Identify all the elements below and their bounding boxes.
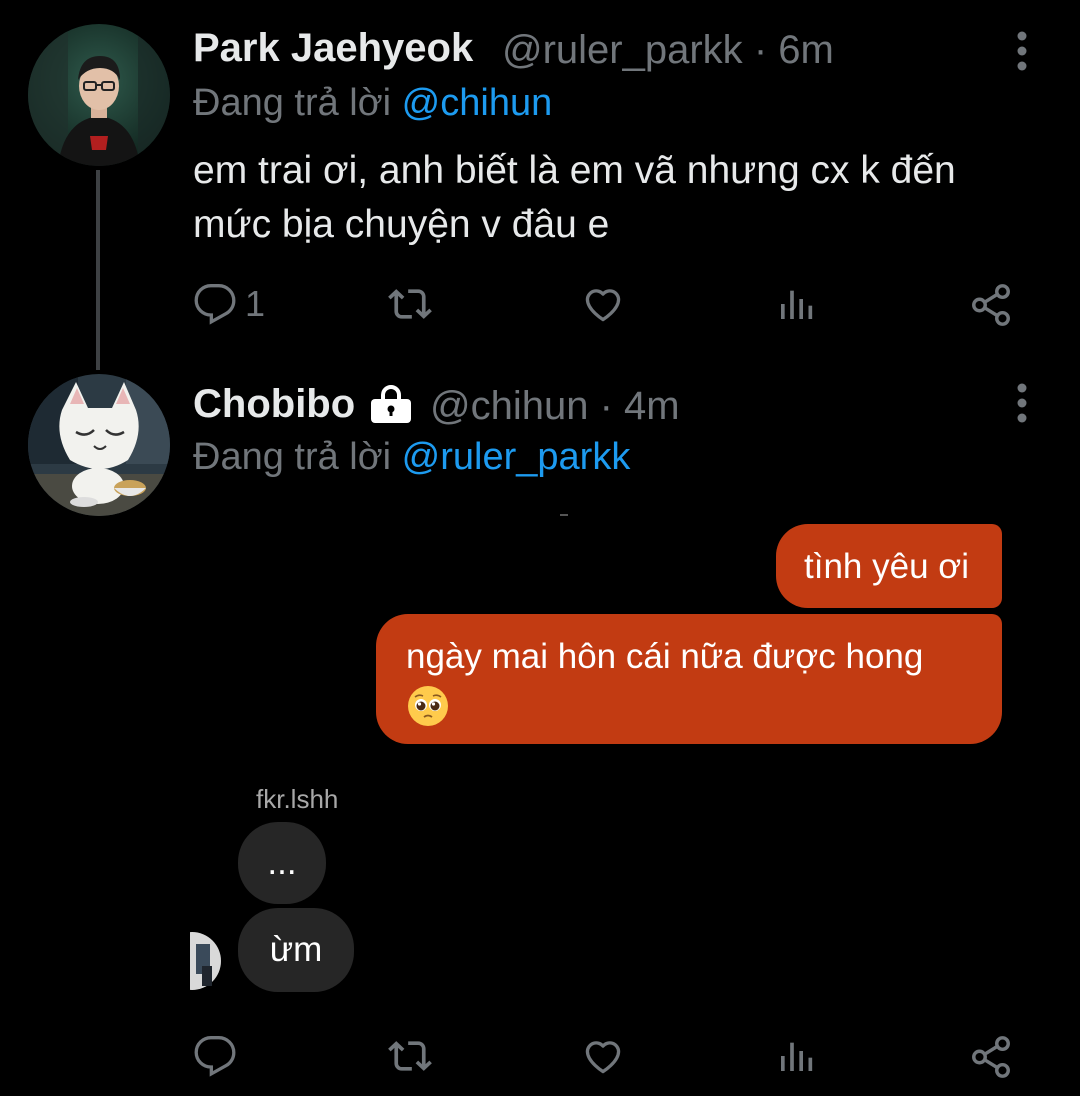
message-text: tình yêu ơi [804, 547, 969, 586]
views-icon [781, 290, 813, 319]
retweet-icon [388, 289, 432, 319]
views-button[interactable] [776, 284, 816, 324]
reply-icon [194, 1036, 236, 1077]
incoming-message: ừm [238, 908, 354, 992]
reply-icon [194, 284, 236, 325]
retweet-icon [388, 1041, 432, 1071]
replying-to: Đang trả lời @chihun [193, 82, 552, 125]
outgoing-message: tình yêu ơi [776, 524, 1002, 608]
handle-and-time[interactable]: @ruler_parkk · 6m [502, 28, 834, 73]
heart-icon [585, 289, 621, 322]
avatar-image [28, 374, 170, 516]
retweet-button[interactable] [386, 1034, 434, 1078]
display-name[interactable]: Chobibo [193, 382, 355, 427]
user-handle[interactable]: @ruler_parkk [502, 28, 743, 72]
more-vertical-icon[interactable] [1012, 30, 1032, 74]
avatar-image [28, 24, 170, 166]
like-button[interactable] [580, 1034, 626, 1078]
avatar-chobibo[interactable] [28, 374, 170, 516]
timestamp: · 6m [753, 28, 834, 72]
replying-to-label: Đang trả lời [193, 82, 392, 124]
user-handle[interactable]: @chihun [430, 384, 588, 428]
message-text: ngày mai hôn cái nữa được hong [406, 637, 924, 676]
share-button[interactable] [968, 1034, 1014, 1080]
share-icon [972, 1036, 1010, 1078]
reply-button[interactable] [193, 1034, 237, 1078]
share-icon [972, 284, 1010, 326]
like-button[interactable] [580, 282, 626, 326]
message-text: ... [267, 843, 297, 882]
share-button[interactable] [968, 282, 1014, 328]
heart-icon [585, 1041, 621, 1074]
tweet-text: em trai ơi, anh biết là em vã nhưng cx k… [193, 149, 956, 246]
reply-count: 1 [245, 283, 266, 324]
views-icon [781, 1042, 813, 1071]
chat-sender-avatar [190, 932, 222, 990]
avatar-park-jaehyeok[interactable] [28, 24, 170, 166]
reply-mention-link[interactable]: @ruler_parkk [402, 436, 631, 478]
replying-to: Đang trả lời @ruler_parkk [193, 436, 630, 479]
timestamp: · 4m [599, 384, 680, 428]
replying-to-label: Đang trả lời [193, 436, 392, 478]
handle-and-time[interactable]: @chihun · 4m [430, 384, 680, 429]
reply-button[interactable]: 1 [193, 282, 265, 326]
image-top-mark [560, 514, 568, 516]
outgoing-message: ngày mai hôn cái nữa được hong [376, 614, 1002, 744]
pleading-face-emoji [408, 685, 448, 726]
chat-sender-name: fkr.lshh [256, 784, 339, 814]
more-vertical-icon[interactable] [1012, 382, 1032, 426]
display-name[interactable]: Park Jaehyeok [193, 26, 473, 71]
lock-icon [368, 384, 414, 429]
attached-chat-screenshot[interactable]: tình yêu ơi ngày mai hôn cái nữa được ho… [190, 508, 1010, 1008]
incoming-message: ... [238, 822, 326, 904]
retweet-button[interactable] [386, 282, 434, 326]
thread-connector-line [96, 170, 100, 370]
message-text: ừm [269, 930, 323, 969]
reply-mention-link[interactable]: @chihun [402, 82, 553, 124]
views-button[interactable] [776, 1036, 816, 1076]
